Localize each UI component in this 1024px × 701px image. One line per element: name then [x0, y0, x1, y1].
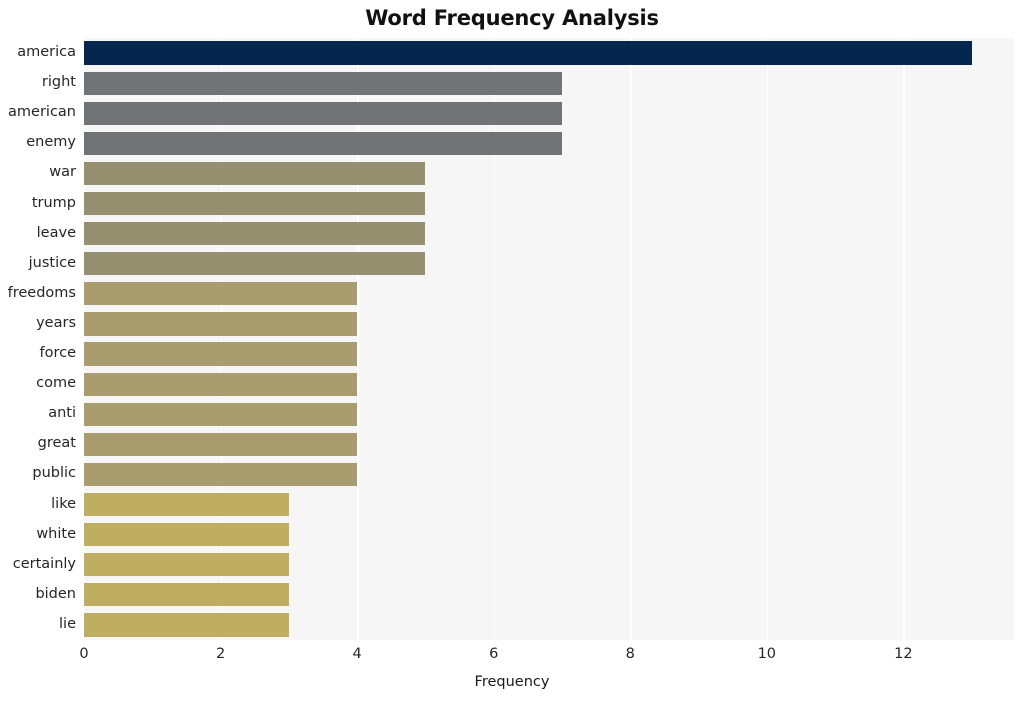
y-tick-label-biden: biden — [35, 585, 76, 602]
x-tick-label-8: 8 — [625, 646, 635, 662]
y-tick-label-trump: trump — [31, 194, 76, 211]
x-tick-label-12: 12 — [894, 646, 913, 662]
y-tick-label-force: force — [39, 345, 76, 362]
x-axis-tick-labels: 0 2 4 6 8 10 12 — [0, 646, 1024, 670]
y-tick-label-white: white — [36, 525, 76, 542]
x-tick-label-2: 2 — [215, 646, 226, 662]
y-tick-label-right: right — [41, 74, 76, 91]
chart-title: Word Frequency Analysis — [365, 6, 659, 30]
x-tick-label-0: 0 — [79, 646, 89, 662]
y-tick-label-war: war — [49, 164, 76, 181]
y-tick-label-freedoms: freedoms — [7, 284, 76, 301]
y-tick-label-leave: leave — [36, 224, 76, 241]
y-tick-label-certainly: certainly — [12, 555, 76, 572]
y-tick-label-enemy: enemy — [26, 134, 76, 151]
y-tick-label-public: public — [32, 465, 76, 482]
y-tick-label-lie: lie — [59, 615, 76, 632]
y-tick-label-american: american — [8, 104, 76, 121]
y-axis-tick-labels: america right american enemy war trump leave ju… — [0, 38, 1024, 640]
y-tick-label-anti: anti — [48, 405, 76, 422]
y-tick-label-come: come — [36, 375, 76, 392]
x-tick-label-6: 6 — [489, 646, 499, 662]
y-tick-label-like: like — [51, 495, 76, 512]
y-tick-label-justice: justice — [28, 254, 76, 271]
y-tick-label-great: great — [37, 435, 76, 452]
x-axis-title: Frequency — [474, 674, 550, 690]
y-tick-label-america: america — [17, 44, 76, 61]
x-tick-label-4: 4 — [352, 646, 362, 662]
x-tick-label-10: 10 — [757, 646, 777, 662]
y-tick-label-years: years — [36, 314, 76, 331]
chart-figure: Word Frequency Analysis america right amer… — [0, 0, 1024, 701]
